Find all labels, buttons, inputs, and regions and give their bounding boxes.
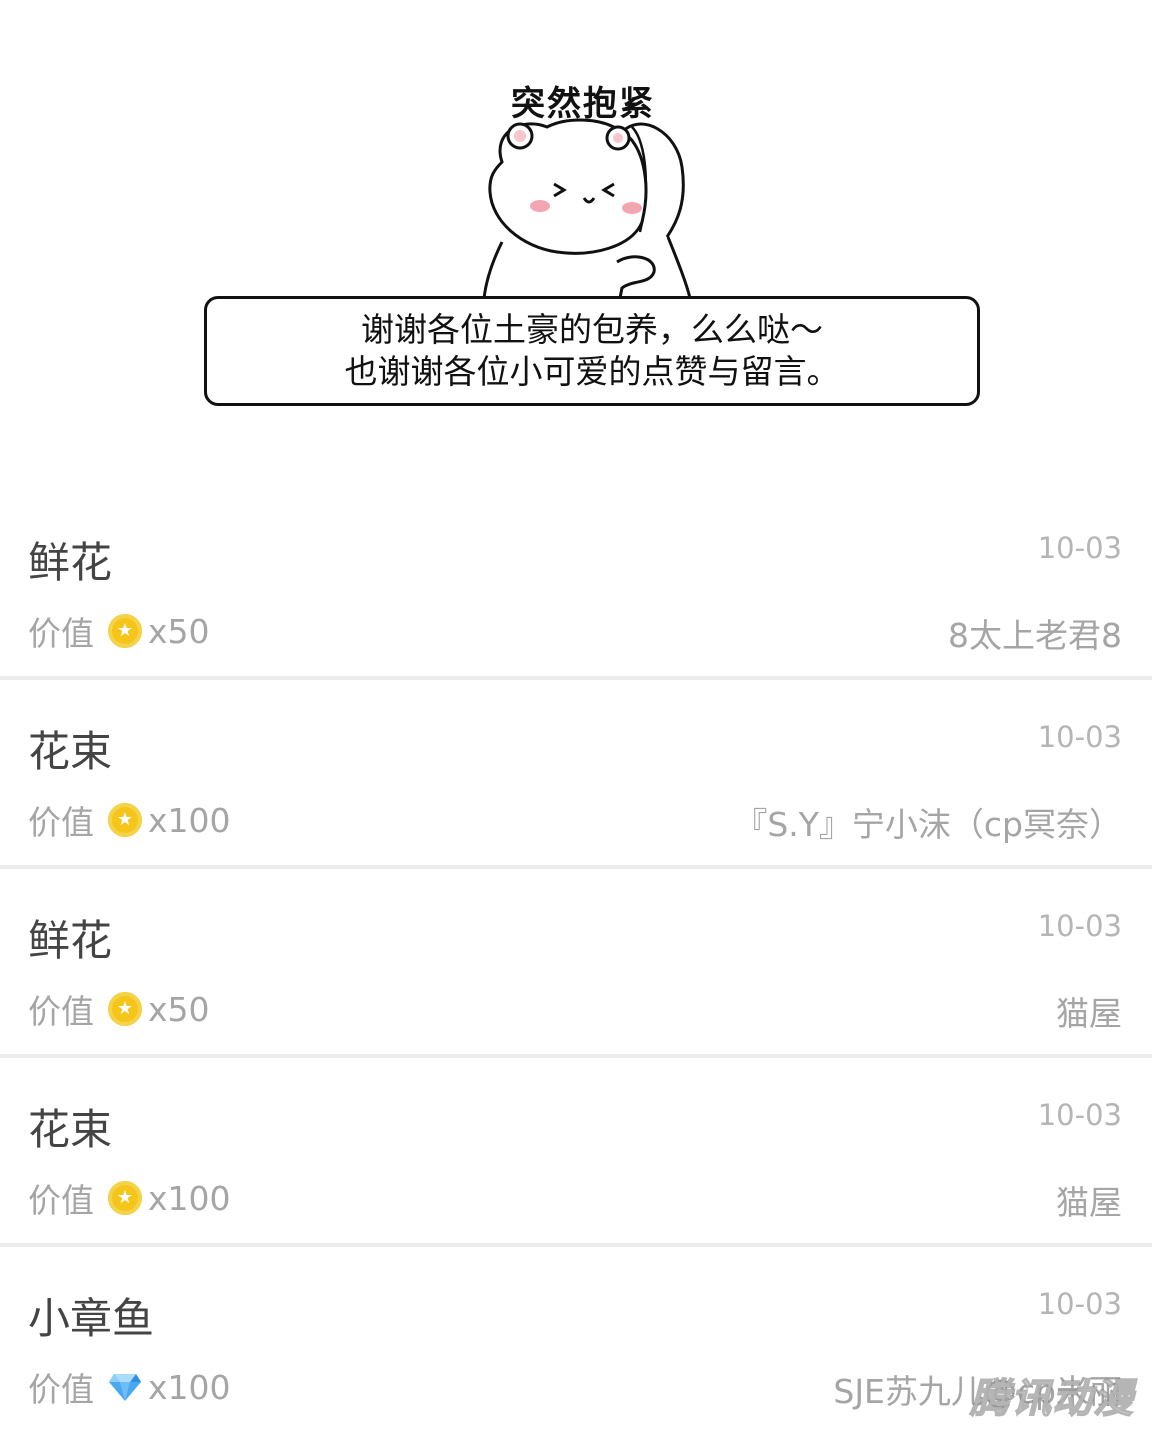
gift-value: 价值 x100 (28, 1174, 231, 1222)
gift-name: 鲜花 (28, 538, 113, 587)
gift-list: 鲜花 10-03 价值 x50 8太上老君8 花束 10-03 价值 x100 … (0, 505, 1152, 1446)
gift-name: 花束 (28, 1105, 113, 1154)
gift-date: 10-03 (1037, 1098, 1122, 1132)
gift-value: 价值 x50 (28, 607, 210, 655)
gift-name: 花束 (28, 727, 113, 776)
gift-row[interactable]: 花束 10-03 价值 x100 『S.Y』宁小沫（cp冥奈） (0, 694, 1152, 869)
bear-illustration (482, 118, 692, 298)
value-label: 价值 (28, 1370, 94, 1409)
gift-sender[interactable]: 『S.Y』宁小沫（cp冥奈） (734, 798, 1122, 846)
thanks-line-2: 也谢谢各位小可爱的点赞与留言。 (344, 352, 840, 391)
gift-sender[interactable]: 猫屋 (1056, 987, 1122, 1035)
gift-sender[interactable]: 猫屋 (1056, 1176, 1122, 1224)
gift-row[interactable]: 花束 10-03 价值 x100 猫屋 (0, 1072, 1152, 1247)
coin-icon (108, 803, 142, 837)
gift-value: 价值 x100 (28, 796, 231, 844)
gift-amount: x100 (148, 1367, 231, 1407)
gift-name: 小章鱼 (28, 1294, 155, 1343)
value-label: 价值 (28, 1181, 94, 1220)
value-label: 价值 (28, 803, 94, 842)
gift-date: 10-03 (1037, 1287, 1122, 1321)
value-label: 价值 (28, 614, 94, 653)
gift-amount: x50 (148, 989, 210, 1029)
gift-name: 鲜花 (28, 916, 113, 965)
bear-hug-sticker: 突然抱紧 (472, 72, 694, 298)
gift-row[interactable]: 鲜花 10-03 价值 x50 8太上老君8 (0, 505, 1152, 680)
coin-icon (108, 614, 142, 648)
thanks-line-1: 谢谢各位土豪的包养，么么哒～ (361, 310, 823, 349)
value-label: 价值 (28, 992, 94, 1031)
gift-value: 价值 x100 (28, 1363, 231, 1411)
gift-amount: x100 (148, 800, 231, 840)
gift-date: 10-03 (1037, 720, 1122, 754)
watermark-logo: 腾讯动漫 (969, 1375, 1134, 1423)
gift-date: 10-03 (1037, 531, 1122, 565)
gift-row[interactable]: 鲜花 10-03 价值 x50 猫屋 (0, 883, 1152, 1058)
gift-amount: x100 (148, 1178, 231, 1218)
gift-value: 价值 x50 (28, 985, 210, 1033)
coin-icon (108, 992, 142, 1026)
gift-date: 10-03 (1037, 909, 1122, 943)
thanks-message-bubble: 谢谢各位土豪的包养，么么哒～ 也谢谢各位小可爱的点赞与留言。 (204, 296, 980, 406)
diamond-icon (108, 1370, 142, 1404)
coin-icon (108, 1181, 142, 1215)
gift-amount: x50 (148, 611, 210, 651)
gift-sender[interactable]: 8太上老君8 (948, 609, 1122, 657)
